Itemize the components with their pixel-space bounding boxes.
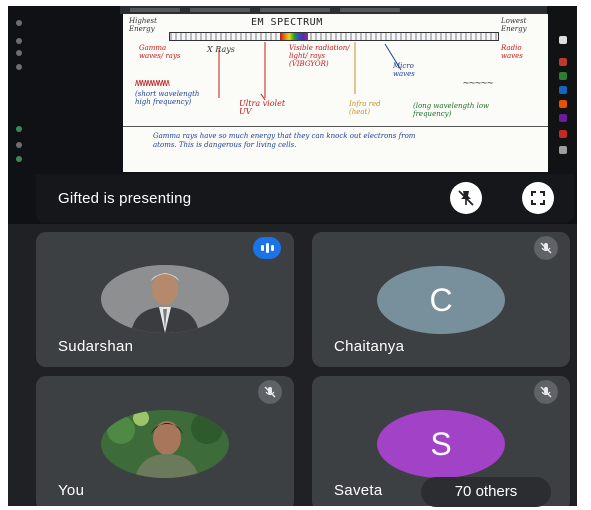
rail-icon xyxy=(16,156,22,162)
toolbar-icon xyxy=(559,130,567,138)
presenter-app-rail xyxy=(8,6,120,171)
toolbar-icon xyxy=(559,36,567,44)
toolbar-icon xyxy=(559,58,567,66)
browser-tab xyxy=(190,8,250,12)
participant-name: Saveta xyxy=(334,482,383,499)
toolbar-icon xyxy=(559,72,567,80)
long-wavelength-label: (long wavelength low frequency) xyxy=(413,102,490,118)
mic-off-icon xyxy=(540,242,552,254)
participant-name: Sudarshan xyxy=(58,338,134,355)
toolbar-icon xyxy=(559,146,567,154)
ultraviolet-label: Ultra violet UV xyxy=(239,99,286,116)
toolbar-icon xyxy=(559,86,567,94)
participant-name: You xyxy=(58,482,85,499)
others-participants-button[interactable]: 70 others xyxy=(421,477,551,507)
pin-off-icon xyxy=(458,190,474,206)
browser-tab xyxy=(340,8,400,12)
muted-indicator xyxy=(534,380,558,404)
toolbar-icon xyxy=(559,100,567,108)
avatar xyxy=(101,410,229,478)
rail-icon xyxy=(16,38,22,44)
unpin-button[interactable] xyxy=(450,182,482,214)
participant-tile-chaitanya[interactable]: C Chaitanya xyxy=(312,232,570,367)
shared-screen: Highest Energy EM SPECTRUM Lowest Energy… xyxy=(8,6,577,224)
toolbar-icon xyxy=(559,114,567,122)
rail-icon xyxy=(16,126,22,132)
mic-off-icon xyxy=(264,386,276,398)
avatar: S xyxy=(377,410,505,478)
presenter-browser-tabs xyxy=(120,6,547,14)
fullscreen-icon xyxy=(531,191,545,205)
meet-window: Highest Energy EM SPECTRUM Lowest Energy… xyxy=(8,6,577,506)
rail-icon xyxy=(16,20,22,26)
rail-icon xyxy=(16,142,22,148)
browser-tab xyxy=(130,8,180,12)
presenting-label: Gifted is presenting xyxy=(58,190,192,207)
whiteboard-slide: Highest Energy EM SPECTRUM Lowest Energy… xyxy=(123,14,548,172)
participant-name: Chaitanya xyxy=(334,338,405,355)
infrared-label: Infra red (heat) xyxy=(349,100,381,116)
participant-tile-you[interactable]: You xyxy=(36,376,294,506)
presenter-side-toolbar xyxy=(547,6,577,171)
rail-icon xyxy=(16,64,22,70)
short-wavelength-label: (short wavelength high frequency) xyxy=(135,90,200,106)
presenting-banner: Gifted is presenting xyxy=(36,174,574,222)
mic-off-icon xyxy=(540,386,552,398)
avatar xyxy=(101,265,229,333)
avatar: C xyxy=(377,266,505,334)
speaking-indicator xyxy=(253,237,281,259)
rail-icon xyxy=(16,50,22,56)
browser-tab xyxy=(260,8,330,12)
participant-tile-sudarshan[interactable]: Sudarshan xyxy=(36,232,294,367)
muted-indicator xyxy=(534,236,558,260)
slide-note: Gamma rays have so much energy that they… xyxy=(153,132,416,149)
muted-indicator xyxy=(258,380,282,404)
slide-divider xyxy=(123,126,548,127)
fullscreen-button[interactable] xyxy=(522,182,554,214)
